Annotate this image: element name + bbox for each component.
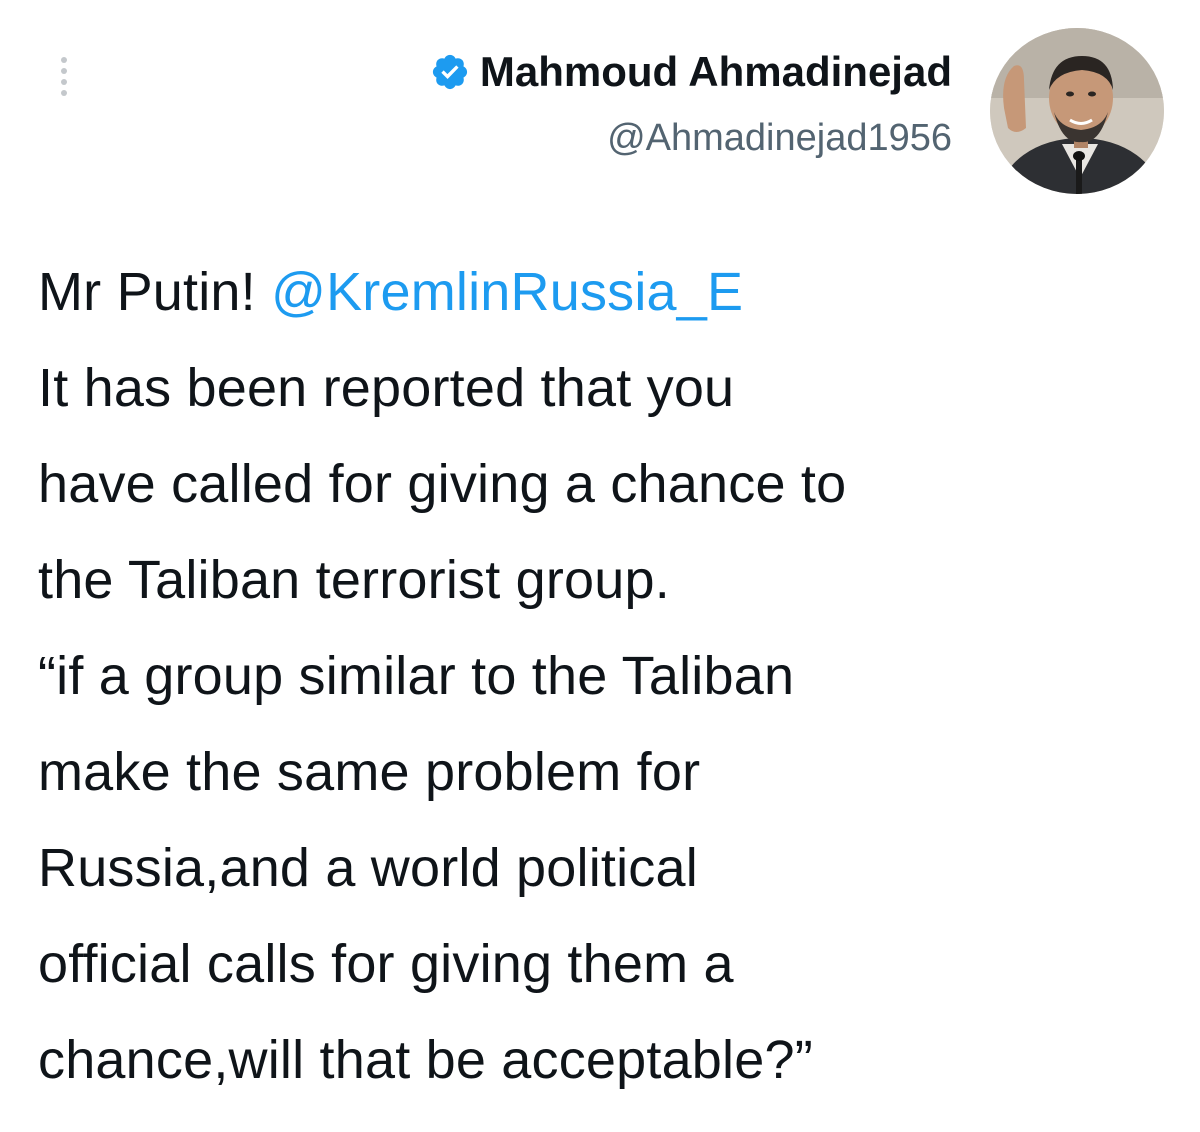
- author-name-row: Mahmoud Ahmadinejad: [430, 40, 952, 104]
- tweet-line: have called for giving a chance to: [38, 454, 847, 514]
- author-display-name[interactable]: Mahmoud Ahmadinejad: [480, 40, 952, 104]
- more-vertical-icon: [61, 56, 67, 63]
- tweet-author-header: Mahmoud Ahmadinejad @Ahmadinejad1956: [430, 40, 952, 164]
- verified-badge-icon: [432, 54, 467, 90]
- tweet-line: make the same problem for: [38, 742, 701, 802]
- tweet-line: the Taliban terrorist group.: [38, 550, 670, 610]
- tweet-text: Mr Putin! @KremlinRussia_E It has been r…: [38, 244, 1178, 1108]
- tweet-greeting: Mr Putin!: [38, 262, 272, 322]
- mention-link[interactable]: @KremlinRussia_E: [271, 262, 743, 322]
- more-options-button[interactable]: [44, 48, 84, 104]
- more-vertical-icon-dot: [61, 67, 67, 74]
- tweet-line: Russia,and a world political: [38, 838, 698, 898]
- avatar[interactable]: [990, 28, 1164, 194]
- more-vertical-icon-dot: [61, 89, 67, 96]
- tweet-line: chance,will that be acceptable?”: [38, 1030, 813, 1090]
- author-handle[interactable]: @Ahmadinejad1956: [430, 112, 952, 164]
- tweet-line: “if a group similar to the Taliban: [38, 646, 795, 706]
- more-vertical-icon-dot: [61, 78, 67, 85]
- tweet-line: It has been reported that you: [38, 358, 735, 418]
- tweet-line: official calls for giving them a: [38, 934, 734, 994]
- tweet-line-1: Mr Putin! @KremlinRussia_E: [38, 244, 1178, 340]
- profile-photo: [990, 28, 1164, 194]
